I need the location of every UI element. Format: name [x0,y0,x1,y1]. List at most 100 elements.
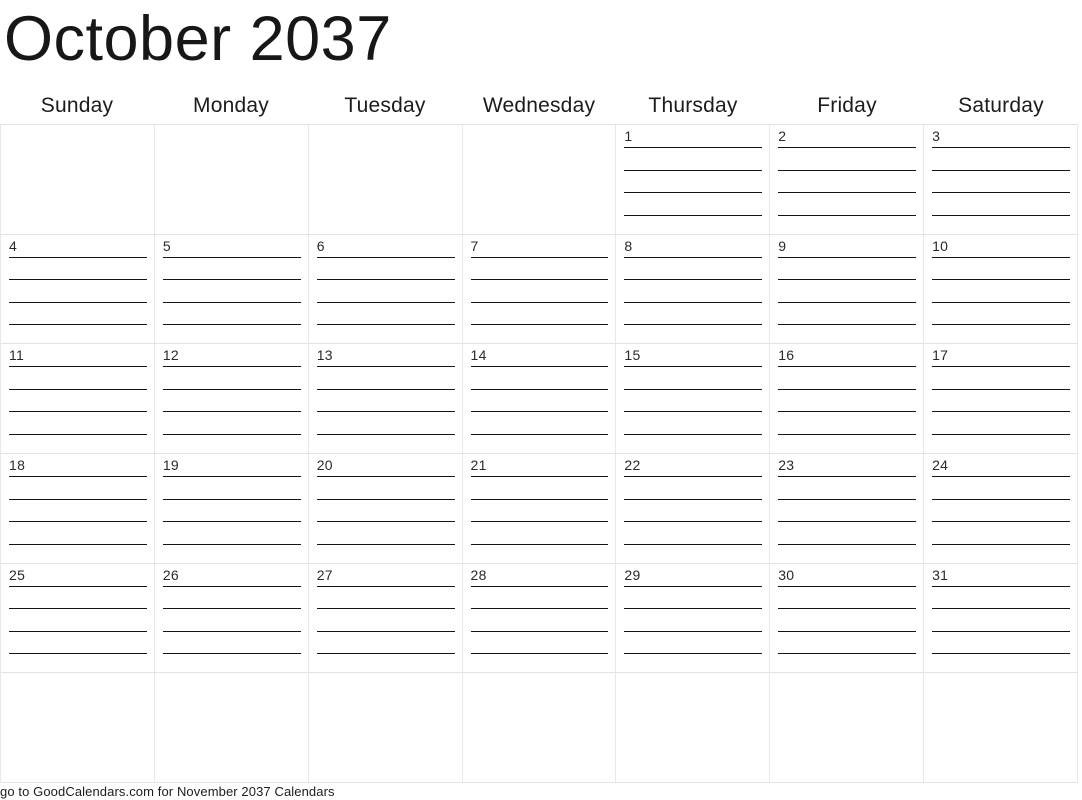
writing-line[interactable] [316,608,455,610]
writing-line[interactable] [162,388,301,390]
writing-line[interactable] [470,476,609,478]
writing-line[interactable] [778,169,917,171]
writing-line[interactable] [316,543,455,545]
writing-line[interactable] [932,608,1070,610]
day-cell-22[interactable]: 22 [616,454,771,564]
writing-line[interactable] [778,498,917,500]
day-cell-21[interactable]: 21 [462,454,617,564]
writing-line[interactable] [9,301,147,303]
writing-line[interactable] [624,411,763,413]
writing-line[interactable] [162,521,301,523]
writing-line[interactable] [162,324,301,326]
writing-line[interactable] [162,608,301,610]
writing-line[interactable] [778,279,917,281]
day-cell-20[interactable]: 20 [308,454,463,564]
writing-line[interactable] [932,433,1070,435]
writing-line[interactable] [9,366,147,368]
writing-line[interactable] [624,169,763,171]
writing-line[interactable] [778,433,917,435]
day-cell-empty[interactable] [1,125,155,235]
writing-line[interactable] [9,585,147,587]
writing-line[interactable] [778,630,917,632]
writing-line[interactable] [162,653,301,655]
writing-line[interactable] [9,653,147,655]
writing-line[interactable] [778,324,917,326]
writing-line[interactable] [778,301,917,303]
writing-line[interactable] [932,388,1070,390]
writing-line[interactable] [470,521,609,523]
writing-line[interactable] [162,433,301,435]
writing-line[interactable] [624,608,763,610]
writing-line[interactable] [9,324,147,326]
writing-line[interactable] [932,256,1070,258]
day-cell-13[interactable]: 13 [308,344,463,455]
writing-line[interactable] [470,366,609,368]
writing-line[interactable] [162,476,301,478]
writing-line[interactable] [162,411,301,413]
writing-line[interactable] [624,653,763,655]
writing-line[interactable] [9,433,147,435]
day-cell-9[interactable]: 9 [770,234,925,345]
writing-line[interactable] [932,476,1070,478]
writing-line[interactable] [778,585,917,587]
writing-line[interactable] [470,608,609,610]
day-cell-empty[interactable] [154,125,309,235]
writing-line[interactable] [316,498,455,500]
writing-line[interactable] [470,388,609,390]
day-cell-28[interactable]: 28 [462,563,617,674]
writing-line[interactable] [778,192,917,193]
writing-line[interactable] [470,498,609,500]
day-cell-30[interactable]: 30 [770,563,925,674]
writing-line[interactable] [778,388,917,390]
writing-line[interactable] [162,279,301,281]
writing-line[interactable] [162,256,301,258]
writing-line[interactable] [932,324,1070,326]
writing-line[interactable] [624,192,763,193]
writing-line[interactable] [932,543,1070,545]
writing-line[interactable] [932,653,1070,655]
writing-line[interactable] [932,169,1070,171]
writing-line[interactable] [624,301,763,303]
writing-line[interactable] [162,585,301,587]
day-cell-24[interactable]: 24 [924,454,1078,564]
writing-line[interactable] [932,366,1070,368]
day-cell-18[interactable]: 18 [1,454,155,564]
day-cell-12[interactable]: 12 [154,344,309,455]
writing-line[interactable] [624,585,763,587]
writing-line[interactable] [316,256,455,258]
writing-line[interactable] [470,411,609,413]
writing-line[interactable] [932,521,1070,523]
writing-line[interactable] [932,192,1070,193]
writing-line[interactable] [470,301,609,303]
day-cell-17[interactable]: 17 [924,344,1078,455]
writing-line[interactable] [778,521,917,523]
writing-line[interactable] [9,521,147,523]
writing-line[interactable] [624,279,763,281]
writing-line[interactable] [316,388,455,390]
day-cell-empty[interactable] [924,673,1078,784]
day-cell-empty[interactable] [308,125,463,235]
writing-line[interactable] [470,585,609,587]
writing-line[interactable] [316,411,455,413]
writing-line[interactable] [316,279,455,281]
writing-line[interactable] [470,653,609,655]
day-cell-14[interactable]: 14 [462,344,617,455]
day-cell-empty[interactable] [1,673,155,784]
writing-line[interactable] [9,279,147,281]
writing-line[interactable] [9,256,147,258]
day-cell-7[interactable]: 7 [462,234,617,345]
writing-line[interactable] [932,147,1070,148]
writing-line[interactable] [9,630,147,632]
writing-line[interactable] [624,214,763,216]
writing-line[interactable] [316,585,455,587]
writing-line[interactable] [470,433,609,435]
writing-line[interactable] [624,498,763,500]
writing-line[interactable] [316,301,455,303]
day-cell-16[interactable]: 16 [770,344,925,455]
writing-line[interactable] [624,630,763,632]
writing-line[interactable] [624,324,763,326]
writing-line[interactable] [470,256,609,258]
writing-line[interactable] [470,279,609,281]
writing-line[interactable] [9,388,147,390]
day-cell-19[interactable]: 19 [154,454,309,564]
